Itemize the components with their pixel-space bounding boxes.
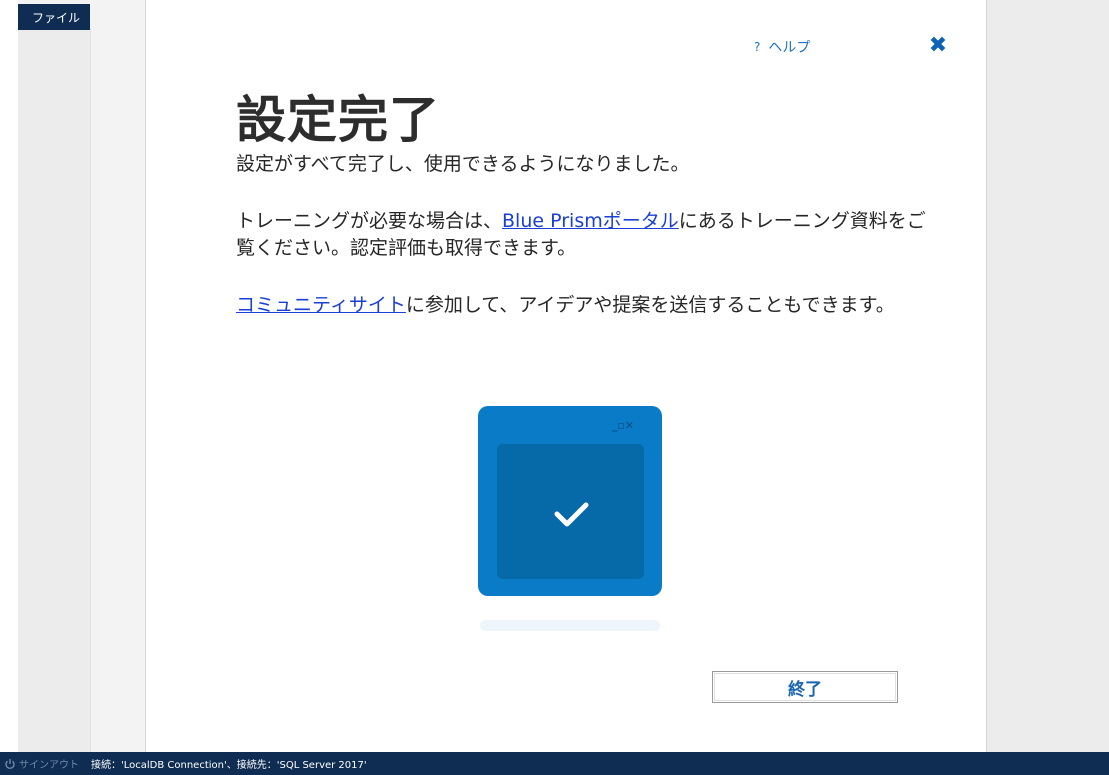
window-controls-icon: _▫✕ [612, 419, 634, 432]
close-icon[interactable]: ✖ [928, 35, 948, 57]
finish-button[interactable]: 終了 [712, 671, 898, 703]
setup-complete-dialog: ? ヘルプ ✖ 設定完了 設定がすべて完了し、使用できるようになりました。 トレ… [146, 0, 986, 752]
completion-message: 設定がすべて完了し、使用できるようになりました。 [236, 153, 690, 175]
community-suffix: に参加して、アイデアや提案を送信することもできます。 [405, 294, 895, 316]
right-panel [987, 0, 1109, 752]
question-icon: ? [754, 40, 761, 54]
signout-label: サインアウト [19, 760, 79, 771]
blue-prism-portal-link[interactable]: Blue Prismポータル [502, 210, 679, 232]
dialog-title: 設定完了 [236, 91, 440, 149]
training-message: トレーニングが必要な場合は、Blue Prismポータルにあるトレーニング資料を… [236, 208, 936, 262]
help-label: ヘルプ [768, 40, 811, 56]
left-panel [18, 28, 91, 752]
illustration-shadow [480, 620, 660, 631]
community-message: コミュニティサイトに参加して、アイデアや提案を送信することもできます。 [236, 292, 936, 319]
connection-status: 接続：'LocalDB Connection'、接続先：'SQL Server … [91, 760, 367, 771]
window-content [497, 444, 644, 579]
window-check-illustration: _▫✕ [478, 406, 662, 596]
signout-button[interactable]: サインアウト [4, 756, 79, 771]
left-strip [0, 0, 18, 752]
file-menu[interactable]: ファイル [18, 4, 90, 30]
help-link[interactable]: ? ヘルプ [754, 37, 810, 57]
power-icon [5, 758, 15, 769]
training-prefix: トレーニングが必要な場合は、 [236, 210, 503, 232]
community-site-link[interactable]: コミュニティサイト [236, 294, 406, 316]
status-bar: サインアウト 接続：'LocalDB Connection'、接続先：'SQL … [0, 752, 1109, 775]
